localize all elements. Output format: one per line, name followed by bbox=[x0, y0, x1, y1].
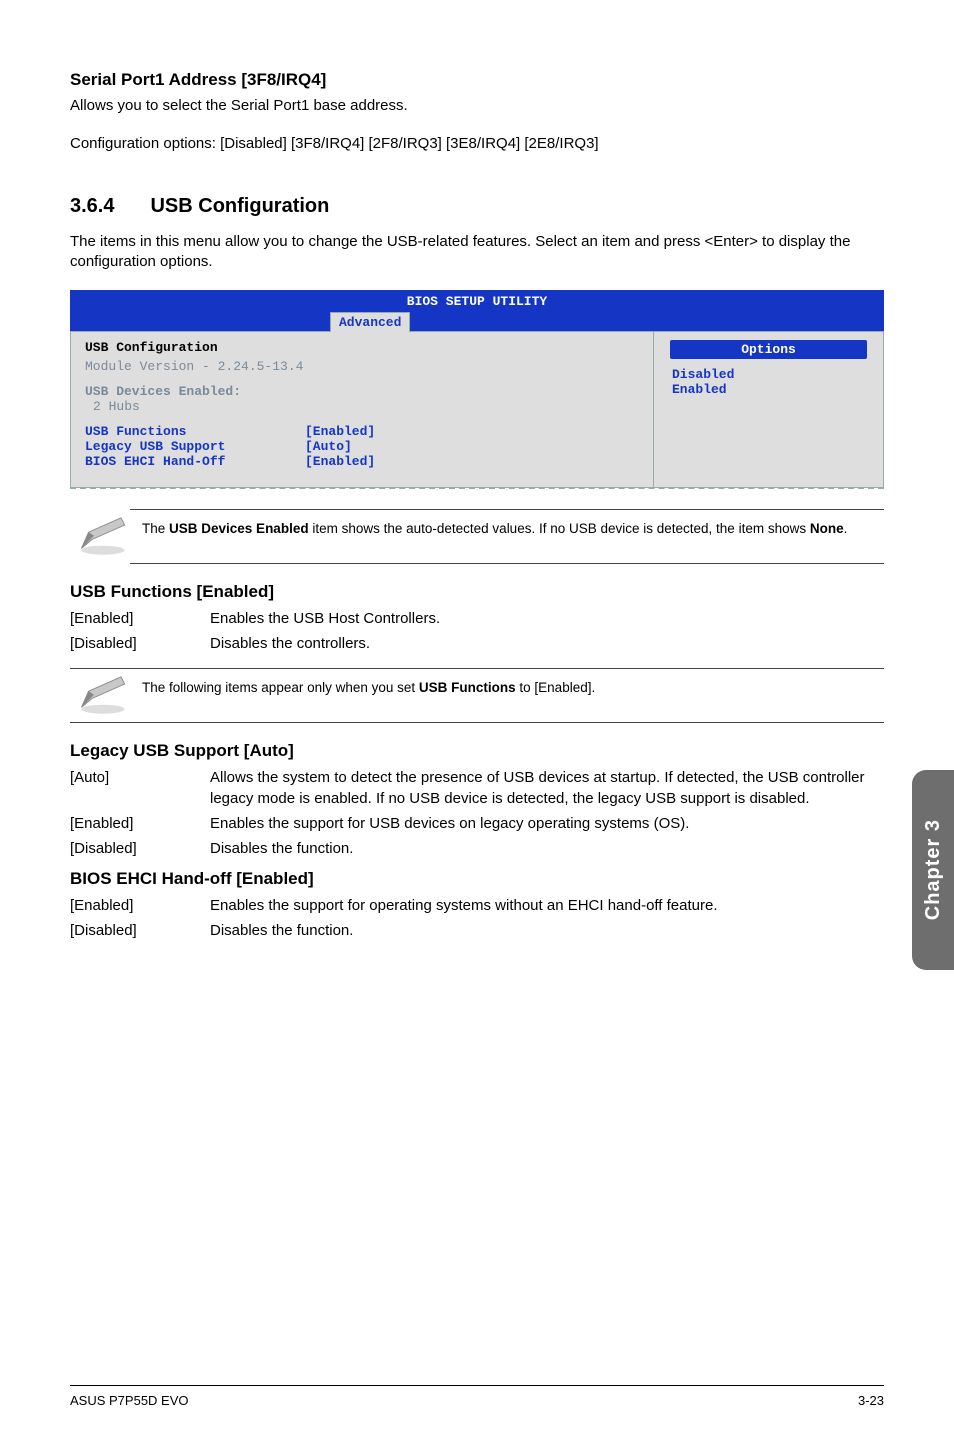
section-title: USB Configuration bbox=[150, 195, 329, 217]
bios-devices-enabled-label: USB Devices Enabled: bbox=[85, 384, 639, 399]
note-usb-devices-enabled: The USB Devices Enabled item shows the a… bbox=[130, 509, 884, 564]
def-key: [Auto] bbox=[70, 767, 210, 809]
def-row: [Disabled] Disables the function. bbox=[70, 920, 884, 941]
def-row: [Enabled] Enables the USB Host Controlle… bbox=[70, 608, 884, 629]
chapter-side-tab-label: Chapter 3 bbox=[922, 819, 945, 920]
def-val: Disables the controllers. bbox=[210, 633, 884, 654]
bios-left-panel: USB Configuration Module Version - 2.24.… bbox=[71, 332, 653, 487]
def-row: [Disabled] Disables the controllers. bbox=[70, 633, 884, 654]
page-footer: ASUS P7P55D EVO 3-23 bbox=[70, 1389, 884, 1408]
bios-option-value: [Enabled] bbox=[305, 424, 375, 439]
legacy-usb-heading: Legacy USB Support [Auto] bbox=[70, 741, 884, 761]
chapter-side-tab: Chapter 3 bbox=[912, 770, 954, 970]
footer-product: ASUS P7P55D EVO bbox=[70, 1393, 189, 1408]
bios-option-name: Legacy USB Support bbox=[85, 439, 305, 454]
def-val: Disables the function. bbox=[210, 838, 884, 859]
section-heading: 3.6.4 USB Configuration bbox=[70, 195, 884, 218]
bios-option-usb-functions[interactable]: USB Functions [Enabled] bbox=[85, 424, 639, 439]
usb-functions-heading: USB Functions [Enabled] bbox=[70, 582, 884, 602]
section-intro: The items in this menu allow you to chan… bbox=[70, 232, 884, 273]
def-val: Enables the USB Host Controllers. bbox=[210, 608, 884, 629]
def-val: Disables the function. bbox=[210, 920, 884, 941]
footer-divider bbox=[70, 1385, 884, 1386]
footer-page-number: 3-23 bbox=[858, 1393, 884, 1408]
note-text: The following items appear only when you… bbox=[142, 679, 595, 697]
bios-devices-enabled-value: 2 Hubs bbox=[93, 399, 639, 414]
serial-port-heading: Serial Port1 Address [3F8/IRQ4] bbox=[70, 70, 884, 90]
section-number: 3.6.4 bbox=[70, 195, 114, 218]
def-row: [Enabled] Enables the support for operat… bbox=[70, 895, 884, 916]
bios-setup-box: BIOS SETUP UTILITY Advanced USB Configur… bbox=[70, 290, 884, 489]
pencil-icon bbox=[76, 671, 120, 720]
ehci-handoff-heading: BIOS EHCI Hand-off [Enabled] bbox=[70, 869, 884, 889]
bios-title: BIOS SETUP UTILITY bbox=[70, 294, 884, 311]
def-key: [Disabled] bbox=[70, 920, 210, 941]
serial-port-desc-1: Allows you to select the Serial Port1 ba… bbox=[70, 96, 884, 116]
bios-tab-advanced[interactable]: Advanced bbox=[330, 312, 410, 332]
bios-body: USB Configuration Module Version - 2.24.… bbox=[70, 331, 884, 488]
def-val: Enables the support for operating system… bbox=[210, 895, 884, 916]
def-key: [Disabled] bbox=[70, 838, 210, 859]
bios-options-header: Options bbox=[670, 340, 867, 359]
bios-option-ehci-handoff[interactable]: BIOS EHCI Hand-Off [Enabled] bbox=[85, 454, 639, 469]
bios-option-item-enabled[interactable]: Enabled bbox=[672, 382, 873, 397]
def-row: [Enabled] Enables the support for USB de… bbox=[70, 813, 884, 834]
note-usb-functions-followup: The following items appear only when you… bbox=[70, 668, 884, 723]
def-key: [Enabled] bbox=[70, 813, 210, 834]
def-key: [Enabled] bbox=[70, 895, 210, 916]
bios-option-name: BIOS EHCI Hand-Off bbox=[85, 454, 305, 469]
pencil-icon bbox=[76, 512, 120, 561]
bios-header: BIOS SETUP UTILITY Advanced bbox=[70, 290, 884, 331]
bios-module-version: Module Version - 2.24.5-13.4 bbox=[85, 359, 639, 374]
bios-option-value: [Auto] bbox=[305, 439, 352, 454]
def-key: [Enabled] bbox=[70, 608, 210, 629]
bios-option-value: [Enabled] bbox=[305, 454, 375, 469]
bios-option-legacy-usb[interactable]: Legacy USB Support [Auto] bbox=[85, 439, 639, 454]
note-text: The USB Devices Enabled item shows the a… bbox=[142, 520, 847, 538]
def-row: [Auto] Allows the system to detect the p… bbox=[70, 767, 884, 809]
bios-option-name: USB Functions bbox=[85, 424, 305, 439]
bios-option-item-disabled[interactable]: Disabled bbox=[672, 367, 873, 382]
bios-right-panel: Options Disabled Enabled bbox=[653, 332, 883, 487]
bios-bottom-dash bbox=[70, 487, 884, 489]
def-val: Enables the support for USB devices on l… bbox=[210, 813, 884, 834]
serial-port-desc-2: Configuration options: [Disabled] [3F8/I… bbox=[70, 134, 884, 154]
def-row: [Disabled] Disables the function. bbox=[70, 838, 884, 859]
def-val: Allows the system to detect the presence… bbox=[210, 767, 884, 809]
bios-config-title: USB Configuration bbox=[85, 340, 639, 355]
def-key: [Disabled] bbox=[70, 633, 210, 654]
